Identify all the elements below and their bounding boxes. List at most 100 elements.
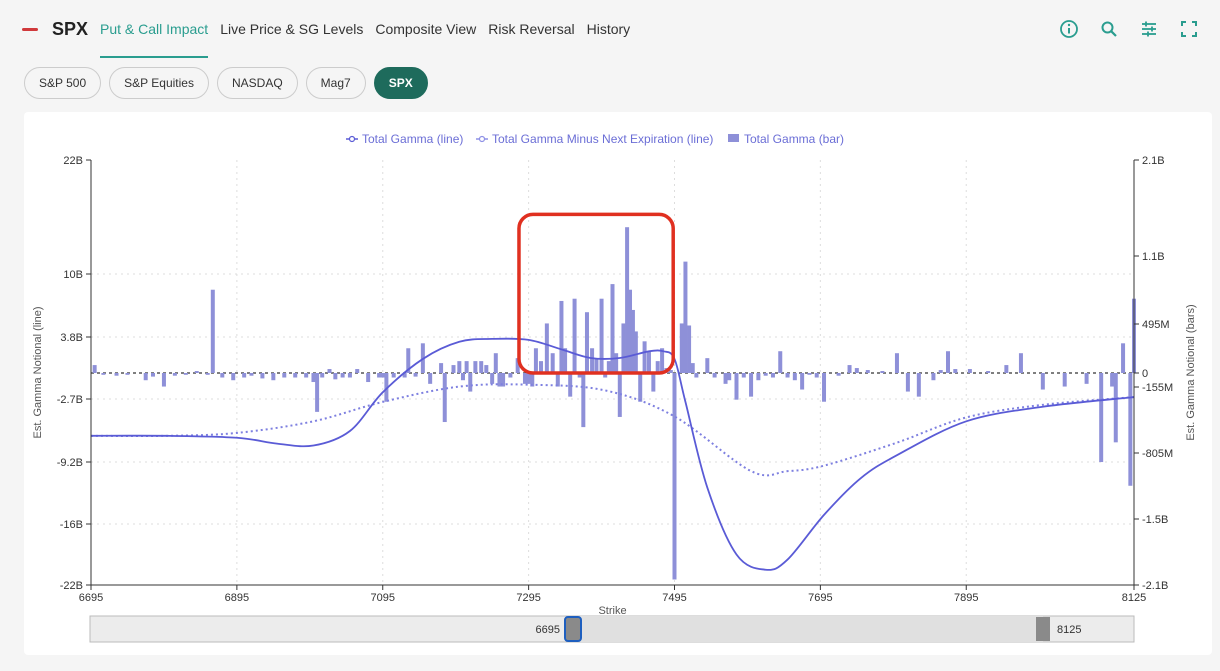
gamma-bar xyxy=(568,373,573,397)
right-tick-label: 1.1B xyxy=(1142,251,1165,263)
right-tick-label: 0 xyxy=(1142,368,1148,380)
left-tick-label: -22B xyxy=(60,580,83,592)
gamma-bar xyxy=(880,371,885,373)
chip-sp500[interactable]: S&P 500 xyxy=(24,67,102,99)
gamma-bar xyxy=(727,373,732,381)
gamma-bar xyxy=(355,369,360,373)
top-bar: SPX Put & Call Impact Live Price & SG Le… xyxy=(0,0,1220,58)
right-tick-label: -1.5B xyxy=(1142,514,1168,526)
gamma-bar xyxy=(638,373,643,402)
gamma-bar xyxy=(1062,373,1067,387)
search-icon[interactable] xyxy=(1098,18,1120,40)
gamma-bar xyxy=(836,373,841,376)
gamma-chart: 22B 10B 3.8B -2.7B -9.2B -16B -22B 2.1B 1.1B 495M… xyxy=(32,132,1197,643)
x-tick-label: 8125 xyxy=(1122,592,1146,604)
chip-sp-equities[interactable]: S&P Equities xyxy=(109,67,209,99)
gamma-bar xyxy=(479,361,484,373)
tab-put-call-impact[interactable]: Put & Call Impact xyxy=(100,0,209,58)
gamma-bar xyxy=(642,341,647,373)
gamma-bar xyxy=(646,351,651,373)
gamma-bar xyxy=(683,261,688,373)
gamma-bar xyxy=(1128,373,1133,486)
gamma-bar xyxy=(1099,373,1104,463)
info-icon[interactable] xyxy=(1058,18,1080,40)
gamma-bar xyxy=(143,373,148,381)
chip-spx[interactable]: SPX xyxy=(373,67,428,99)
gamma-bar xyxy=(792,373,797,381)
left-tick-label: -9.2B xyxy=(57,457,83,469)
gamma-bar xyxy=(194,371,199,373)
gamma-bar xyxy=(413,373,418,377)
fullscreen-icon[interactable] xyxy=(1178,18,1200,40)
x-tick-label: 7895 xyxy=(954,592,978,604)
chart-card: 22B 10B 3.8B -2.7B -9.2B -16B -22B 2.1B 1.1B 495M… xyxy=(24,112,1212,655)
gamma-bar xyxy=(1084,373,1089,384)
gamma-bar xyxy=(457,361,462,373)
gamma-bar xyxy=(271,373,276,381)
gamma-bar xyxy=(172,373,177,376)
left-tick-label: -2.7B xyxy=(57,394,83,406)
gamma-bar xyxy=(150,373,155,377)
tab-bar: Put & Call Impact Live Price & SG Levels… xyxy=(100,0,642,58)
index-chip-group: S&P 500 S&P Equities NASDAQ Mag7 SPX xyxy=(24,67,428,99)
gamma-bar xyxy=(756,373,761,381)
gamma-bar xyxy=(526,373,531,384)
tab-live-price[interactable]: Live Price & SG Levels xyxy=(220,0,363,58)
x-tick-label: 6695 xyxy=(79,592,103,604)
gamma-bar xyxy=(493,353,498,373)
gamma-bar xyxy=(311,373,316,383)
slider-selection xyxy=(573,616,1043,642)
gamma-bar xyxy=(679,323,684,373)
gamma-bar xyxy=(1004,365,1009,373)
chart-axes: 22B 10B 3.8B -2.7B -9.2B -16B -22B 2.1B 1.1B 495M… xyxy=(32,155,1197,617)
gamma-bar xyxy=(333,373,338,380)
gamma-bar xyxy=(327,369,332,373)
gamma-bar xyxy=(460,373,465,381)
gamma-bar xyxy=(161,373,166,387)
toolbar-icons xyxy=(1058,18,1200,40)
gamma-bar xyxy=(916,373,921,397)
chip-mag7[interactable]: Mag7 xyxy=(305,67,366,99)
gamma-bar xyxy=(183,373,188,375)
gamma-bar xyxy=(304,373,309,378)
highlight-box xyxy=(517,212,675,375)
gamma-bar xyxy=(705,358,710,373)
gamma-bar xyxy=(807,373,812,375)
gamma-bar xyxy=(533,348,538,373)
tab-risk-reversal[interactable]: Risk Reversal xyxy=(488,0,574,58)
gamma-bar xyxy=(581,373,586,428)
gamma-bar xyxy=(953,369,958,373)
legend-bar-swatch xyxy=(728,134,739,142)
chip-nasdaq[interactable]: NASDAQ xyxy=(216,67,298,99)
gamma-bar xyxy=(101,373,106,375)
tab-composite-view[interactable]: Composite View xyxy=(375,0,476,58)
gamma-bar xyxy=(1110,373,1115,387)
legend-label: Total Gamma (line) xyxy=(362,132,463,146)
right-tick-label: -2.1B xyxy=(1142,580,1168,592)
y-axis-left-title: Est. Gamma Notional (line) xyxy=(32,306,44,438)
sliders-icon[interactable] xyxy=(1138,18,1160,40)
gamma-bar xyxy=(723,373,728,384)
gamma-bar xyxy=(672,373,677,580)
legend-marker xyxy=(478,135,486,143)
right-tick-label: -805M xyxy=(1142,448,1173,460)
gamma-bar xyxy=(1040,373,1045,390)
gamma-bar xyxy=(712,373,717,378)
gamma-bar xyxy=(594,358,599,373)
range-slider: 6695 8125 xyxy=(89,615,1135,643)
gamma-bar xyxy=(1018,353,1023,373)
gamma-bar xyxy=(763,373,768,376)
gamma-bar xyxy=(785,373,790,378)
gamma-bar xyxy=(770,373,775,378)
gamma-bar xyxy=(220,373,225,378)
gamma-bar xyxy=(694,373,699,378)
gamma-bar xyxy=(451,365,456,373)
gamma-bar xyxy=(690,363,695,373)
tab-history[interactable]: History xyxy=(587,0,631,58)
gamma-bar xyxy=(340,373,345,378)
x-tick-label: 7695 xyxy=(808,592,832,604)
x-tick-label: 7095 xyxy=(371,592,395,604)
ticker-symbol: SPX xyxy=(52,18,89,39)
gamma-bar xyxy=(391,373,396,378)
gamma-bar xyxy=(967,369,972,373)
